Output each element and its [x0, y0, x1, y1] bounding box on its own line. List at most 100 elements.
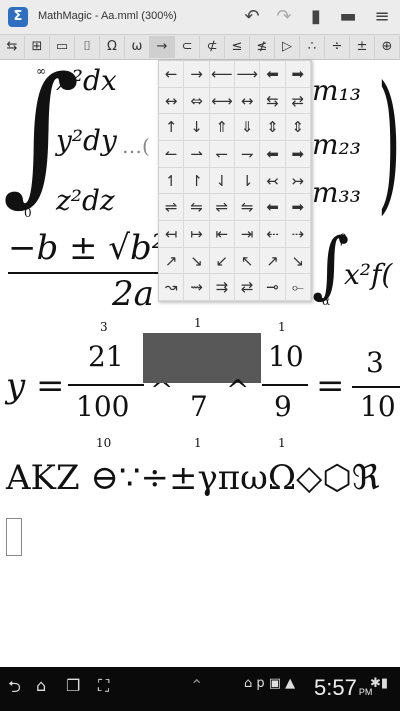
redo-icon[interactable]: ↷ [272, 5, 296, 29]
matrix-entry-m33[interactable]: m₃₃ [312, 176, 361, 209]
palette-cell[interactable]: ⇋ [235, 194, 261, 221]
palette-cell[interactable]: ← [159, 61, 185, 88]
palette-cell[interactable]: ↽ [209, 140, 235, 168]
palette-cell[interactable]: ⬅ [260, 194, 286, 221]
palette-cell[interactable]: ⇑ [209, 114, 235, 141]
palette-cell[interactable]: ⇕ [285, 114, 311, 141]
integral-line-3[interactable]: z²dz [56, 184, 115, 217]
palette-cell[interactable]: ↓ [184, 114, 210, 141]
palette-cell[interactable]: ⇕ [260, 114, 286, 141]
result-denominator[interactable]: 10 [360, 390, 396, 423]
integral-lower-limit[interactable]: 0 [24, 206, 32, 220]
palette-cell[interactable]: ⇉ [209, 274, 235, 301]
keyboard-icon[interactable]: ▬ [336, 5, 360, 29]
palette-cell[interactable]: ↘ [184, 247, 210, 275]
quadratic-numerator[interactable]: −b ± √b² [8, 228, 165, 268]
palette-cell[interactable]: ⇆ [260, 87, 286, 115]
palette-cell[interactable]: ↗ [159, 247, 185, 275]
symbol-button[interactable]: ÷ [325, 36, 350, 58]
palette-cell[interactable]: ↦ [184, 220, 210, 248]
symbol-button[interactable]: ω [125, 36, 150, 58]
symbol-button[interactable]: ± [350, 36, 375, 58]
palette-cell[interactable]: ⇔ [184, 87, 210, 115]
integral2-lower[interactable]: α [322, 294, 330, 308]
palette-cell[interactable]: ↔ [235, 87, 261, 115]
palette-cell[interactable]: ⇠ [260, 220, 286, 248]
equals-sign[interactable]: = [316, 366, 345, 406]
matrix-entry-m13[interactable]: m₁₃ [312, 74, 361, 107]
symbol-button[interactable]: ≰ [250, 36, 275, 58]
matrix-entry-m23[interactable]: m₂₃ [312, 128, 361, 161]
palette-cell[interactable]: ⇁ [235, 140, 261, 168]
home-icon[interactable]: ⌂ [36, 676, 46, 695]
integral2-upper[interactable]: β [340, 232, 347, 246]
chevron-up-icon[interactable]: ⌃ [190, 676, 203, 695]
palette-cell[interactable]: ↘ [285, 247, 311, 275]
hat-symbol-2[interactable]: ^ [226, 374, 249, 407]
result-numerator[interactable]: 3 [366, 346, 384, 379]
integral-line-1[interactable]: x²dx [56, 64, 117, 97]
palette-cell[interactable]: ⇄ [235, 274, 261, 301]
palette-cell[interactable]: ⇌ [209, 194, 235, 221]
palette-cell[interactable]: ↗ [260, 247, 286, 275]
palette-cell[interactable]: ⟜ [285, 274, 311, 301]
palette-cell[interactable]: ⬅ [260, 140, 286, 168]
palette-cell[interactable]: ⇝ [184, 274, 210, 301]
palette-cell[interactable]: ⇀ [184, 140, 210, 168]
fraction3-numerator[interactable]: 10 [268, 340, 304, 373]
palette-cell[interactable]: ⟵ [209, 61, 235, 88]
palette-cell[interactable]: ↾ [184, 167, 210, 195]
palette-cell[interactable]: ⟶ [235, 61, 261, 88]
symbol-button[interactable]: ≤ [225, 36, 250, 58]
integral2-body[interactable]: x²f( [344, 258, 392, 291]
text-cursor-box[interactable] [6, 518, 22, 556]
palette-cell[interactable]: ⇌ [159, 194, 185, 221]
palette-cell[interactable]: ⟷ [209, 87, 235, 115]
palette-cell[interactable]: ↤ [159, 220, 185, 248]
undo-icon[interactable]: ↶ [240, 5, 264, 29]
quadratic-denominator[interactable]: 2a [112, 274, 154, 314]
palette-cell[interactable]: ↿ [159, 167, 185, 195]
integral-line-2[interactable]: y²dy [56, 124, 117, 157]
palette-cell[interactable]: ⇤ [209, 220, 235, 248]
symbol-button[interactable]: ⊄ [200, 36, 225, 58]
palette-cell[interactable]: ↝ [159, 274, 185, 301]
screenshot-icon[interactable]: ⛶ [98, 676, 109, 696]
clipboard-icon[interactable]: ▮ [304, 5, 328, 29]
symbol-button[interactable]: ▷ [275, 36, 300, 58]
menu-icon[interactable]: ≡ [370, 5, 394, 29]
symbol-button[interactable]: ∴ [300, 36, 325, 58]
palette-cell[interactable]: ⇂ [235, 167, 261, 195]
palette-cell[interactable]: ⇋ [184, 194, 210, 221]
palette-cell[interactable]: ↙ [209, 247, 235, 275]
palette-cell[interactable]: → [184, 61, 210, 88]
palette-cell[interactable]: ↣ [285, 167, 311, 195]
palette-cell[interactable]: ↑ [159, 114, 185, 141]
fraction1-numerator[interactable]: 21 [88, 340, 124, 373]
symbols-line[interactable]: AKZ ⊖∵÷±γπωΩ◇⬡ℜ [6, 458, 380, 498]
palette-cell[interactable]: ➡ [285, 61, 311, 88]
palette-cell[interactable]: ⊸ [260, 274, 286, 301]
palette-cell[interactable]: ⬅ [260, 61, 286, 88]
fraction-lhs[interactable]: y = [6, 366, 65, 406]
integral-upper-limit[interactable]: ∞ [36, 64, 46, 78]
palette-cell[interactable]: ⇃ [209, 167, 235, 195]
fraction2-denominator[interactable]: 7 [190, 390, 208, 423]
symbol-button[interactable]: ⊂ [175, 36, 200, 58]
palette-cell[interactable]: ⇥ [235, 220, 261, 248]
fraction3-denominator[interactable]: 9 [274, 390, 292, 423]
palette-cell[interactable]: ⇢ [285, 220, 311, 248]
fraction1-denominator[interactable]: 100 [76, 390, 129, 423]
palette-cell[interactable]: ↼ [159, 140, 185, 168]
recent-apps-icon[interactable]: ❐ [66, 676, 80, 695]
palette-cell[interactable]: ➡ [285, 140, 311, 168]
symbol-button-arrows[interactable]: → [150, 36, 175, 58]
palette-cell[interactable]: ↖ [235, 247, 261, 275]
palette-cell[interactable]: ⇄ [285, 87, 311, 115]
palette-cell[interactable]: ↢ [260, 167, 286, 195]
palette-cell[interactable]: ➡ [285, 194, 311, 221]
back-icon[interactable]: ⮌ [8, 676, 21, 703]
palette-cell[interactable]: ↔ [159, 87, 185, 115]
symbol-button[interactable]: Ω [100, 36, 125, 58]
palette-cell[interactable]: ⇓ [235, 114, 261, 141]
